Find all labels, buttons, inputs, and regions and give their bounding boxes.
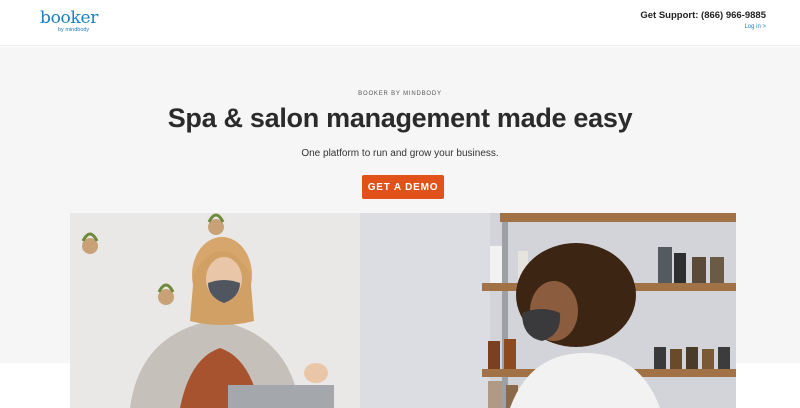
login-link[interactable]: Log in > [744,24,766,30]
hero-photo [70,213,736,408]
site-header: booker by mindbody Get Support: (866) 96… [0,0,800,46]
logo-byline: by mindbody [58,27,90,33]
support-phone[interactable]: Get Support: (866) 966-9885 [640,10,766,21]
hero-eyebrow: BOOKER BY MINDBODY [358,91,442,97]
get-demo-button[interactable]: GET A DEMO [362,175,444,199]
logo-wordmark: booker [40,8,99,28]
hero-title: Spa & salon management made easy [167,103,633,133]
hero-subtitle: One platform to run and grow your busine… [301,148,499,159]
booker-logo[interactable]: booker by mindbody [40,8,110,38]
